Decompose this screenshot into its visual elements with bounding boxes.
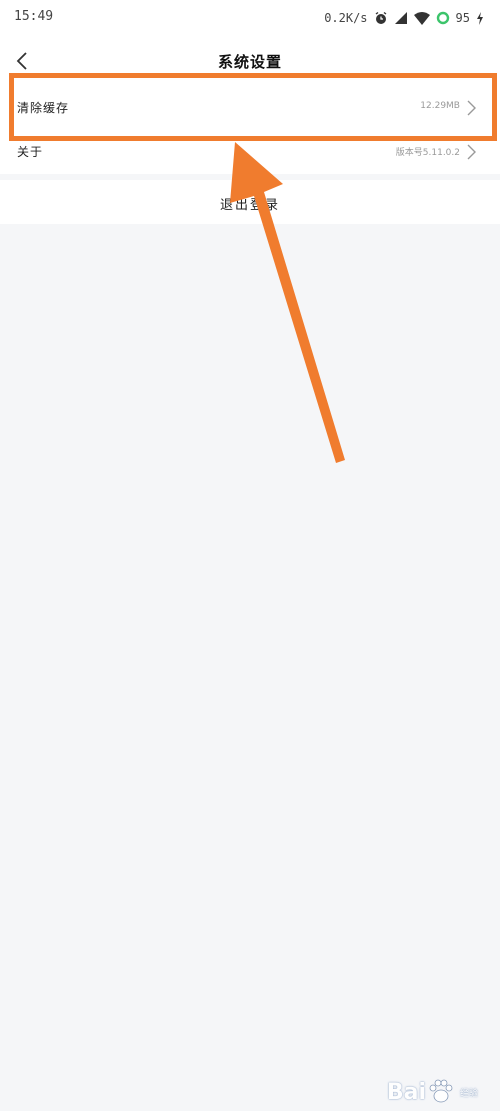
status-time: 15:49 bbox=[14, 9, 54, 24]
chevron-right-icon bbox=[467, 100, 476, 116]
watermark-text: Bai bbox=[386, 1079, 426, 1105]
logout-label: 退出登录 bbox=[219, 198, 280, 213]
status-bar: 15:49 0.2K/s 95 bbox=[0, 0, 500, 36]
no-sim-icon bbox=[394, 11, 408, 25]
header: 系统设置 bbox=[0, 36, 500, 86]
battery-ring-icon bbox=[436, 11, 450, 25]
chevron-right-icon bbox=[467, 144, 476, 160]
charging-icon bbox=[476, 11, 484, 25]
settings-list: 清除缓存 12.29MB 关于 版本号5.11.0.2 bbox=[0, 86, 500, 174]
clear-cache-label: 清除缓存 bbox=[17, 101, 70, 115]
cache-size: 12.29MB bbox=[420, 101, 460, 111]
logout-button[interactable]: 退出登录 bbox=[0, 180, 500, 224]
about-row[interactable]: 关于 版本号5.11.0.2 bbox=[0, 130, 500, 174]
about-label: 关于 bbox=[17, 145, 44, 159]
battery-level: 95 bbox=[455, 11, 470, 25]
baidu-watermark: Bai 经验 bbox=[387, 1079, 478, 1105]
watermark-sub: 经验 bbox=[459, 1088, 478, 1099]
clear-cache-row[interactable]: 清除缓存 12.29MB bbox=[0, 86, 500, 130]
status-icons: 0.2K/s 95 bbox=[324, 8, 484, 28]
alarm-icon bbox=[374, 11, 388, 25]
paw-icon bbox=[429, 1079, 453, 1103]
network-speed: 0.2K/s bbox=[324, 11, 368, 25]
page-title: 系统设置 bbox=[217, 53, 282, 71]
wifi-icon bbox=[413, 11, 430, 25]
version-number: 版本号5.11.0.2 bbox=[395, 148, 460, 158]
